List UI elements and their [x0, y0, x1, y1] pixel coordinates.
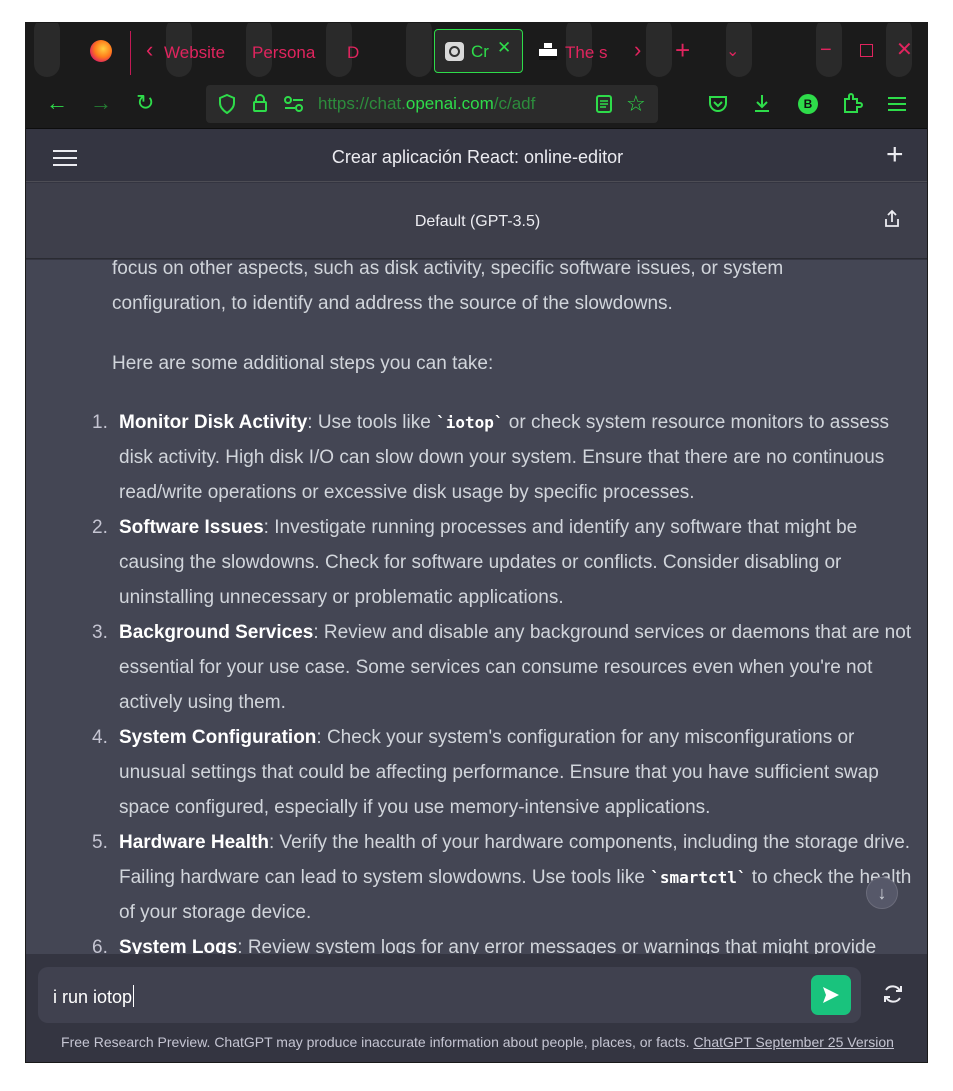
close-tab-icon[interactable]: ✕ — [497, 38, 511, 58]
share-icon[interactable] — [882, 209, 902, 229]
version-link[interactable]: ChatGPT September 25 Version — [693, 1034, 894, 1050]
model-label: Default (GPT-3.5) — [414, 213, 541, 230]
site-favicon-icon — [539, 43, 557, 61]
shield-icon[interactable] — [218, 94, 236, 114]
back-arrow-icon[interactable]: ← — [46, 91, 68, 115]
list-item: 1. Monitor Disk Activity: Use tools like … — [92, 412, 889, 503]
profile-badge-icon[interactable]: B — [798, 94, 818, 114]
list-item: 2. Software Issues: Investigate running p… — [92, 517, 858, 608]
regenerate-icon[interactable] — [882, 983, 904, 1005]
reload-icon[interactable]: ↻ — [136, 91, 154, 115]
tabs-scroll-right-icon[interactable]: › — [634, 37, 641, 63]
url-bar[interactable]: https://chat.openai.com/c/adf ☆ — [206, 85, 658, 123]
conversation-title: Crear aplicación React: online-editor — [331, 147, 624, 167]
tab-divider — [130, 31, 131, 75]
browser-window: ‹ Website Persona D Cr ✕ The s › + ⌄ − ✕… — [25, 22, 928, 1063]
tab-d[interactable]: D — [347, 42, 363, 64]
lock-icon[interactable] — [252, 93, 268, 113]
maximize-icon[interactable] — [860, 44, 873, 57]
app-menu-icon[interactable] — [888, 97, 906, 111]
message-input-value[interactable]: i run iotop — [53, 985, 135, 1008]
chat-header: Crear aplicación React: online-editor + — [26, 130, 927, 182]
extensions-puzzle-icon[interactable] — [842, 92, 864, 114]
scroll-to-bottom-arrow-icon[interactable]: ↓ — [866, 877, 898, 909]
footer-disclaimer: Free Research Preview. ChatGPT may produ… — [61, 1034, 894, 1050]
message-line: configuration, to identify and address t… — [112, 293, 673, 314]
tabs-scroll-left-icon[interactable]: ‹ — [146, 37, 153, 63]
navigation-bar: ← → ↻ https://chat.openai.com/c/adf ☆ B — [26, 79, 927, 129]
download-icon[interactable] — [752, 93, 772, 113]
composer-area: i run iotop Free Research Preview. ChatG… — [26, 955, 927, 1062]
tab-active-chatgpt[interactable]: Cr ✕ — [434, 29, 523, 73]
steps-list: 1. Monitor Disk Activity: Use tools like … — [88, 405, 918, 954]
tab-active-label: Cr — [471, 42, 489, 61]
tab-personal[interactable]: Persona — [252, 42, 320, 64]
list-item: 3. Background Services: Review and disabl… — [92, 622, 912, 713]
assistant-message: focus on other aspects, such as disk act… — [26, 260, 927, 954]
minimize-icon[interactable]: − — [820, 37, 832, 63]
reader-view-icon[interactable] — [596, 95, 612, 113]
list-item: 4. System Configuration: Check your syste… — [92, 727, 879, 818]
message-input[interactable]: i run iotop — [38, 967, 861, 1023]
permissions-icon[interactable] — [284, 96, 304, 112]
steps-intro: Here are some additional steps you can t… — [112, 353, 494, 374]
firefox-logo-icon — [90, 40, 112, 62]
list-item: 6. System Logs: Review system logs for an… — [92, 937, 877, 954]
pocket-icon[interactable] — [708, 95, 728, 113]
new-chat-plus-icon[interactable]: + — [886, 138, 904, 172]
list-item: 5. Hardware Health: Verify the health of … — [92, 832, 912, 923]
forward-arrow-icon[interactable]: → — [90, 91, 112, 115]
tab-website[interactable]: Website — [164, 42, 226, 64]
new-tab-icon[interactable]: + — [675, 37, 690, 63]
url-text[interactable]: https://chat.openai.com/c/adf — [318, 94, 568, 114]
tab-list-chevron-down-icon[interactable]: ⌄ — [726, 39, 739, 65]
chatgpt-favicon-icon — [445, 42, 464, 61]
send-button[interactable] — [811, 975, 851, 1015]
bookmark-star-icon[interactable]: ☆ — [626, 91, 646, 117]
message-line: focus on other aspects, such as disk act… — [112, 260, 784, 279]
send-icon — [823, 987, 839, 1003]
model-bar: Default (GPT-3.5) — [26, 183, 927, 259]
tab-the[interactable]: The s — [565, 42, 607, 64]
window-close-icon[interactable]: ✕ — [896, 37, 913, 63]
tab-bar: ‹ Website Persona D Cr ✕ The s › + ⌄ − ✕ — [26, 23, 927, 79]
